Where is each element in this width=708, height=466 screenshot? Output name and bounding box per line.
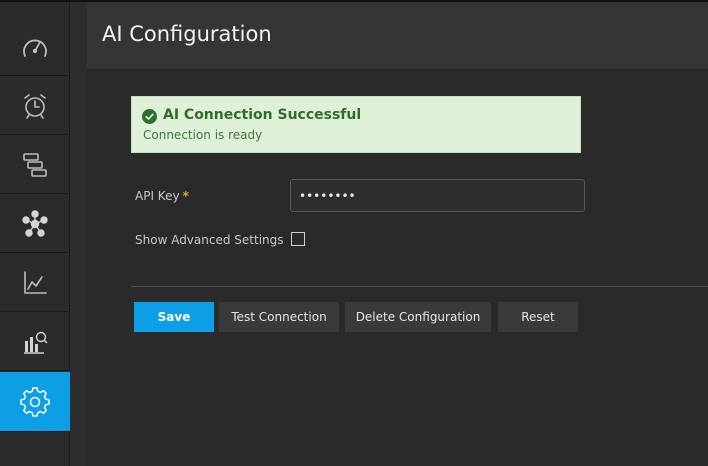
test-connection-button[interactable]: Test Connection: [219, 302, 339, 332]
api-key-input[interactable]: [290, 179, 585, 212]
advanced-settings-label: Show Advanced Settings: [135, 233, 284, 247]
success-alert: AI Connection Successful Connection is r…: [131, 96, 581, 153]
sidebar-item-analytics[interactable]: [0, 254, 70, 312]
alert-message: Connection is ready: [143, 128, 263, 142]
speedometer-icon: [23, 39, 47, 57]
check-circle-icon: [142, 109, 157, 124]
bar-chart-search-icon: [24, 331, 48, 354]
line-chart-icon: [24, 270, 47, 294]
api-key-label: API Key *: [135, 189, 189, 203]
sidebar-item-reports[interactable]: [0, 313, 70, 371]
sidebar-item-alarms[interactable]: [0, 77, 70, 135]
main-content: AI Connection Successful Connection is r…: [87, 68, 708, 466]
sidebar: [0, 2, 70, 466]
layers-icon: [23, 152, 47, 177]
sidebar-item-layers[interactable]: [0, 136, 70, 194]
app-window: AI Configuration AI Connection Successfu…: [0, 0, 708, 466]
page-title: AI Configuration: [102, 22, 272, 46]
reset-button[interactable]: Reset: [498, 302, 578, 332]
page-header: AI Configuration: [87, 2, 708, 68]
api-key-label-text: API Key: [135, 189, 180, 203]
sidebar-item-dashboard[interactable]: [0, 18, 70, 76]
alarm-clock-icon: [24, 93, 46, 119]
alert-title: AI Connection Successful: [163, 107, 362, 123]
sidebar-item-settings[interactable]: [0, 372, 70, 432]
sidebar-item-network[interactable]: [0, 195, 70, 253]
required-marker: *: [182, 189, 189, 203]
delete-configuration-button[interactable]: Delete Configuration: [345, 302, 491, 332]
form-divider: [131, 286, 708, 287]
advanced-settings-checkbox[interactable]: [291, 232, 305, 246]
network-nodes-icon: [22, 209, 48, 237]
save-button[interactable]: Save: [134, 302, 214, 332]
gear-icon: [20, 386, 50, 417]
